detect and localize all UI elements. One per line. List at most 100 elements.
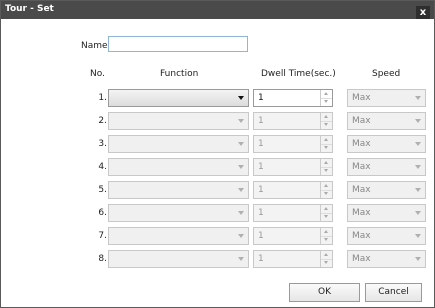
tour-row-1: 1. 1 Max: [1, 89, 435, 107]
row-number: 7.: [98, 231, 107, 241]
chevron-down-icon: [238, 142, 244, 146]
dwell-time-value: 1: [258, 116, 264, 126]
chevron-down-icon: [415, 165, 421, 169]
spin-buttons: [320, 113, 332, 129]
chevron-down-icon: [238, 96, 244, 100]
tour-row-6: 6. 1 Max: [1, 204, 435, 222]
function-select[interactable]: [108, 135, 249, 153]
function-select[interactable]: [108, 181, 249, 199]
speed-select[interactable]: Max: [347, 204, 426, 222]
name-label: Name: [81, 41, 108, 51]
spin-down-icon[interactable]: [321, 144, 332, 152]
row-number: 6.: [98, 208, 107, 218]
row-number: 1.: [98, 93, 107, 103]
speed-select[interactable]: Max: [347, 227, 426, 245]
cancel-button[interactable]: Cancel: [365, 283, 422, 302]
dwell-time-stepper[interactable]: 1: [253, 250, 333, 268]
chevron-down-icon: [415, 188, 421, 192]
speed-select[interactable]: Max: [347, 135, 426, 153]
dwell-time-value: 1: [258, 185, 264, 195]
spin-buttons: [320, 205, 332, 221]
dwell-time-value: 1: [258, 231, 264, 241]
close-icon[interactable]: x: [416, 6, 430, 19]
dwell-time-value: 1: [258, 208, 264, 218]
dwell-time-value: 1: [258, 93, 264, 103]
speed-select[interactable]: Max: [347, 158, 426, 176]
chevron-down-icon: [415, 119, 421, 123]
header-speed: Speed: [372, 69, 401, 79]
ok-button[interactable]: OK: [289, 283, 360, 302]
chevron-down-icon: [238, 257, 244, 261]
dwell-time-stepper[interactable]: 1: [253, 204, 333, 222]
spin-buttons: [320, 159, 332, 175]
tour-row-8: 8. 1 Max: [1, 250, 435, 268]
chevron-down-icon: [415, 211, 421, 215]
speed-value: Max: [352, 208, 371, 218]
tour-row-4: 4. 1 Max: [1, 158, 435, 176]
speed-value: Max: [352, 254, 371, 264]
tour-row-2: 2. 1 Max: [1, 112, 435, 130]
chevron-down-icon: [238, 188, 244, 192]
chevron-down-icon: [415, 96, 421, 100]
dwell-time-value: 1: [258, 139, 264, 149]
tour-row-3: 3. 1 Max: [1, 135, 435, 153]
dwell-time-value: 1: [258, 162, 264, 172]
spin-buttons: [320, 228, 332, 244]
spin-buttons: [320, 182, 332, 198]
row-number: 3.: [98, 139, 107, 149]
dwell-time-value: 1: [258, 254, 264, 264]
spin-buttons: [320, 136, 332, 152]
function-select[interactable]: [108, 158, 249, 176]
tour-row-5: 5. 1 Max: [1, 181, 435, 199]
chevron-down-icon: [415, 142, 421, 146]
dwell-time-stepper[interactable]: 1: [253, 89, 333, 107]
header-function: Function: [160, 69, 199, 79]
dwell-time-stepper[interactable]: 1: [253, 227, 333, 245]
spin-buttons: [320, 251, 332, 267]
header-no: No.: [90, 69, 105, 79]
row-number: 8.: [98, 254, 107, 264]
dwell-time-stepper[interactable]: 1: [253, 112, 333, 130]
dwell-time-stepper[interactable]: 1: [253, 158, 333, 176]
chevron-down-icon: [238, 119, 244, 123]
chevron-down-icon: [238, 234, 244, 238]
tour-set-dialog: Tour - Set x Name No. Function Dwell Tim…: [0, 0, 435, 308]
speed-select[interactable]: Max: [347, 181, 426, 199]
spin-down-icon[interactable]: [321, 121, 332, 129]
name-input[interactable]: [108, 36, 248, 52]
spin-down-icon[interactable]: [321, 236, 332, 244]
speed-value: Max: [352, 185, 371, 195]
chevron-down-icon: [238, 211, 244, 215]
spin-down-icon[interactable]: [321, 167, 332, 175]
speed-value: Max: [352, 116, 371, 126]
spin-down-icon[interactable]: [321, 190, 332, 198]
speed-value: Max: [352, 231, 371, 241]
row-number: 2.: [98, 116, 107, 126]
spin-buttons: [320, 90, 332, 106]
function-select[interactable]: [108, 227, 249, 245]
spin-down-icon[interactable]: [321, 259, 332, 267]
tour-row-7: 7. 1 Max: [1, 227, 435, 245]
function-select[interactable]: [108, 112, 249, 130]
chevron-down-icon: [238, 165, 244, 169]
chevron-down-icon: [415, 234, 421, 238]
speed-value: Max: [352, 93, 371, 103]
row-number: 5.: [98, 185, 107, 195]
header-dwell-time: Dwell Time(sec.): [261, 69, 336, 79]
speed-value: Max: [352, 139, 371, 149]
dialog-title: Tour - Set: [5, 4, 54, 14]
chevron-down-icon: [415, 257, 421, 261]
title-bar: Tour - Set x: [1, 1, 434, 19]
dwell-time-stepper[interactable]: 1: [253, 181, 333, 199]
function-select[interactable]: [108, 204, 249, 222]
function-select[interactable]: [108, 250, 249, 268]
speed-select[interactable]: Max: [347, 112, 426, 130]
dwell-time-stepper[interactable]: 1: [253, 135, 333, 153]
spin-down-icon[interactable]: [321, 98, 332, 106]
speed-select[interactable]: Max: [347, 250, 426, 268]
speed-select[interactable]: Max: [347, 89, 426, 107]
spin-down-icon[interactable]: [321, 213, 332, 221]
function-select[interactable]: [108, 89, 249, 107]
row-number: 4.: [98, 162, 107, 172]
speed-value: Max: [352, 162, 371, 172]
